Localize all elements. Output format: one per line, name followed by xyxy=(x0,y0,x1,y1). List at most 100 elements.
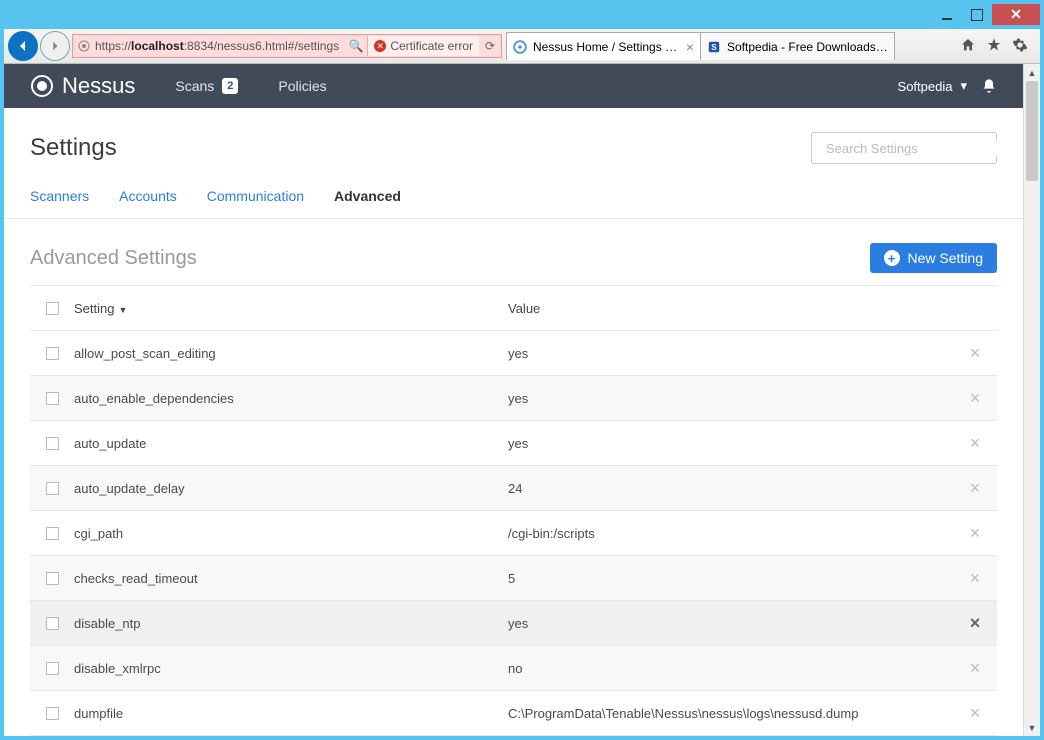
page-title: Settings xyxy=(30,134,117,162)
table-row[interactable]: checks_read_timeout5× xyxy=(30,556,997,601)
brand-logo[interactable]: Nessus xyxy=(30,73,135,99)
delete-row-icon[interactable]: × xyxy=(953,523,997,544)
row-checkbox[interactable] xyxy=(46,347,59,360)
app-topbar: Nessus Scans2 Policies Softpedia ▾ xyxy=(4,64,1023,108)
settings-tabs: Scanners Accounts Communication Advanced xyxy=(4,180,1023,219)
table-row[interactable]: disable_ntpyes× xyxy=(30,601,997,646)
sort-caret-icon: ▼ xyxy=(118,305,127,315)
setting-name: disable_ntp xyxy=(74,616,508,631)
notifications-icon[interactable] xyxy=(981,77,997,95)
table-row[interactable]: dumpfileC:\ProgramData\Tenable\Nessus\ne… xyxy=(30,691,997,736)
tab-label: Softpedia - Free Downloads En... xyxy=(727,40,888,54)
setting-value: /cgi-bin:/scripts xyxy=(508,526,953,541)
scroll-thumb[interactable] xyxy=(1026,81,1038,181)
cert-error-icon: ✕ xyxy=(374,40,386,52)
search-input[interactable] xyxy=(826,141,1002,156)
scroll-track[interactable] xyxy=(1024,81,1040,719)
window-titlebar xyxy=(4,4,1040,29)
section-title: Advanced Settings xyxy=(30,247,197,270)
nav-badge: 2 xyxy=(222,78,238,94)
scroll-up-arrow[interactable]: ▲ xyxy=(1024,64,1041,81)
delete-row-icon[interactable]: × xyxy=(953,343,997,364)
settings-tab[interactable]: Communication xyxy=(207,180,304,218)
refresh-button[interactable]: ⟳ xyxy=(483,39,497,53)
select-all-checkbox[interactable] xyxy=(46,302,59,315)
setting-name: auto_update_delay xyxy=(74,481,508,496)
chevron-down-icon: ▾ xyxy=(960,78,967,94)
column-header-setting[interactable]: Setting▼ xyxy=(74,301,508,316)
row-checkbox[interactable] xyxy=(46,392,59,405)
row-checkbox[interactable] xyxy=(46,482,59,495)
table-header-row: Setting▼ Value xyxy=(30,286,997,331)
favorites-icon[interactable] xyxy=(986,37,1004,55)
delete-row-icon[interactable]: × xyxy=(953,703,997,724)
row-checkbox[interactable] xyxy=(46,527,59,540)
delete-row-icon[interactable]: × xyxy=(953,433,997,454)
nav-item[interactable]: Scans2 xyxy=(175,78,238,94)
window-maximize-button[interactable] xyxy=(962,4,992,25)
delete-row-icon[interactable]: × xyxy=(953,388,997,409)
table-row[interactable]: cgi_path/cgi-bin:/scripts× xyxy=(30,511,997,556)
setting-name: auto_update xyxy=(74,436,508,451)
column-header-value[interactable]: Value xyxy=(508,301,953,316)
forward-button[interactable] xyxy=(40,31,70,61)
brand-text: Nessus xyxy=(62,73,135,99)
settings-tab[interactable]: Advanced xyxy=(334,180,401,218)
row-checkbox[interactable] xyxy=(46,437,59,450)
user-name: Softpedia xyxy=(898,79,953,94)
row-checkbox[interactable] xyxy=(46,617,59,630)
site-favicon xyxy=(77,39,91,53)
home-icon[interactable] xyxy=(960,37,978,55)
window-minimize-button[interactable] xyxy=(932,4,962,25)
new-setting-button[interactable]: + New Setting xyxy=(870,243,997,273)
setting-name: cgi_path xyxy=(74,526,508,541)
setting-value: yes xyxy=(508,391,953,406)
svg-text:S: S xyxy=(711,42,717,51)
back-button[interactable] xyxy=(8,31,38,61)
setting-name: allow_post_scan_editing xyxy=(74,346,508,361)
setting-value: yes xyxy=(508,616,953,631)
vertical-scrollbar[interactable]: ▲ ▼ xyxy=(1023,64,1040,736)
search-settings[interactable] xyxy=(811,132,997,164)
settings-tab[interactable]: Scanners xyxy=(30,180,89,218)
row-checkbox[interactable] xyxy=(46,707,59,720)
delete-row-icon[interactable]: × xyxy=(953,613,997,634)
scroll-down-arrow[interactable]: ▼ xyxy=(1024,719,1041,736)
search-dropdown-icon[interactable]: 🔍 xyxy=(349,39,363,53)
nessus-logo-icon xyxy=(30,74,54,98)
table-row[interactable]: disable_xmlrpcno× xyxy=(30,646,997,691)
browser-toolbar: https://localhost:8834/nessus6.html#/set… xyxy=(4,29,1040,64)
address-bar[interactable]: https://localhost:8834/nessus6.html#/set… xyxy=(72,34,502,58)
nav-item[interactable]: Policies xyxy=(278,78,326,94)
setting-name: checks_read_timeout xyxy=(74,571,508,586)
table-row[interactable]: auto_enable_dependenciesyes× xyxy=(30,376,997,421)
browser-tab[interactable]: Nessus Home / Settings / A...× xyxy=(506,32,701,60)
setting-value: 24 xyxy=(508,481,953,496)
delete-row-icon[interactable]: × xyxy=(953,478,997,499)
certificate-error-badge[interactable]: ✕ Certificate error xyxy=(367,36,479,56)
row-checkbox[interactable] xyxy=(46,662,59,675)
settings-tab[interactable]: Accounts xyxy=(119,180,177,218)
setting-name: disable_xmlrpc xyxy=(74,661,508,676)
browser-window: https://localhost:8834/nessus6.html#/set… xyxy=(4,4,1040,736)
window-close-button[interactable] xyxy=(992,4,1040,25)
plus-icon: + xyxy=(884,250,900,266)
setting-name: auto_enable_dependencies xyxy=(74,391,508,406)
setting-name: dumpfile xyxy=(74,706,508,721)
setting-value: C:\ProgramData\Tenable\Nessus\nessus\log… xyxy=(508,706,953,721)
tab-close-icon[interactable]: × xyxy=(686,39,694,55)
browser-tabs: Nessus Home / Settings / A...× S Softpedia… xyxy=(506,32,894,60)
table-row[interactable]: allow_post_scan_editingyes× xyxy=(30,331,997,376)
table-row[interactable]: auto_updateyes× xyxy=(30,421,997,466)
delete-row-icon[interactable]: × xyxy=(953,568,997,589)
delete-row-icon[interactable]: × xyxy=(953,658,997,679)
browser-tab[interactable]: S Softpedia - Free Downloads En... xyxy=(700,32,895,60)
table-row[interactable]: auto_update_delay24× xyxy=(30,466,997,511)
tools-icon[interactable] xyxy=(1012,37,1030,55)
page-content: Nessus Scans2 Policies Softpedia ▾ Settin… xyxy=(4,64,1023,736)
row-checkbox[interactable] xyxy=(46,572,59,585)
settings-table: Setting▼ Value allow_post_scan_editingye… xyxy=(30,285,997,736)
url-text: https://localhost:8834/nessus6.html#/set… xyxy=(95,39,345,53)
user-menu[interactable]: Softpedia ▾ xyxy=(898,78,967,94)
setting-value: no xyxy=(508,661,953,676)
